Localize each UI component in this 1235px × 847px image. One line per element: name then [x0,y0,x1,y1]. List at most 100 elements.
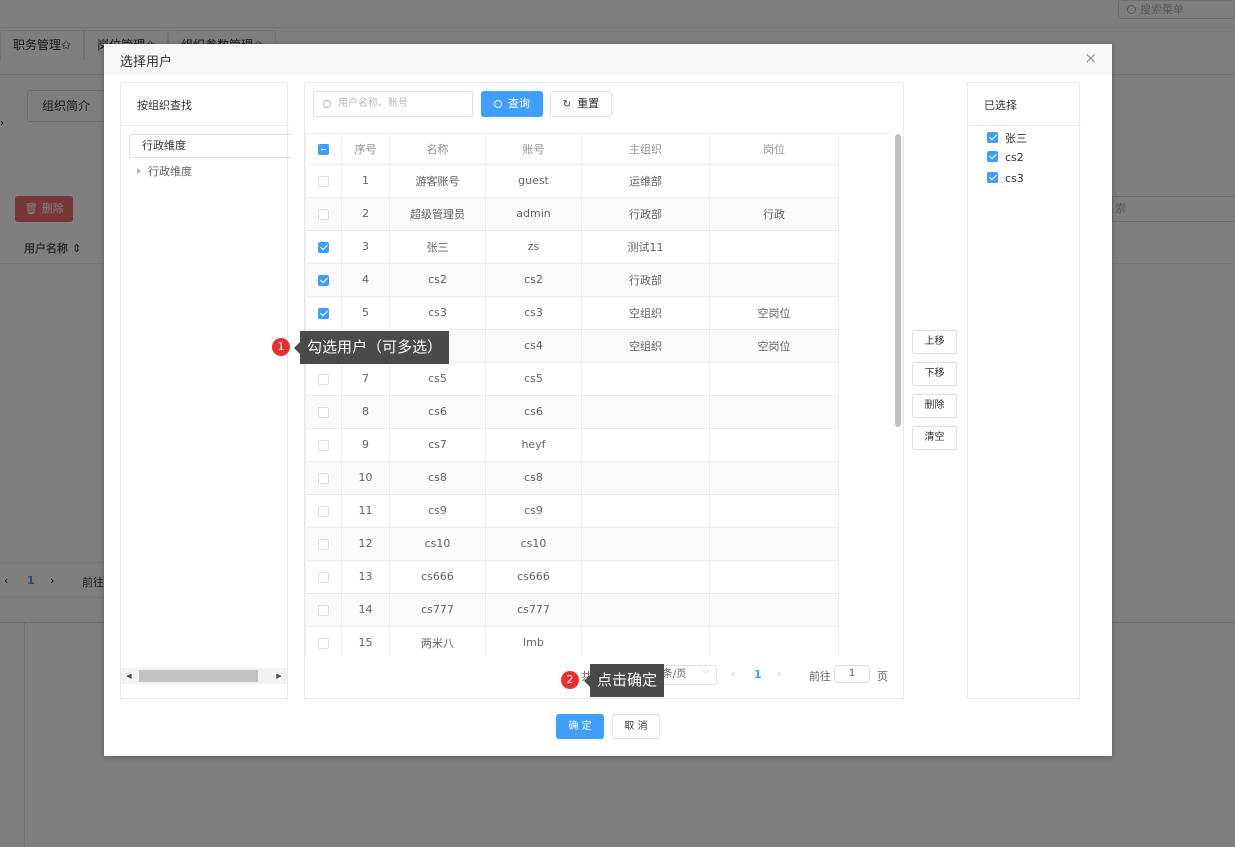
cell-no: 10 [341,461,390,495]
table-header-row: 序号 名称 账号 主组织 岗位 [305,134,839,165]
table-row[interactable]: 10 cs8 cs8 [305,461,839,495]
cell-main-org [581,527,710,561]
table-row[interactable]: 5 cs3 cs3 空组织 空岗位 [305,296,839,330]
cell-account: heyf [485,428,582,462]
cell-post [709,626,839,656]
vertical-scrollbar[interactable] [895,134,901,427]
move-up-button[interactable]: 上移 [912,330,957,354]
cell-account: cs3 [485,296,582,330]
cell-no: 14 [341,593,390,627]
cell-account: guest [485,164,582,198]
remove-selected-button[interactable]: 删除 [912,394,957,418]
goto-page-input[interactable]: 1 [834,665,870,683]
row-checkbox[interactable] [318,406,329,418]
scrollbar-thumb[interactable] [139,670,258,682]
cell-no: 4 [341,263,390,297]
col-header-name: 名称 [389,134,486,165]
query-button[interactable]: 查询 [481,91,543,117]
table-row[interactable]: 1 游客账号 guest 运维部 [305,164,839,198]
table-row[interactable]: 11 cs9 cs9 [305,494,839,528]
cell-main-org: 空组织 [581,329,710,363]
org-dimension-select[interactable]: 行政维度 [129,134,291,158]
table-row[interactable]: 14 cs777 cs777 [305,593,839,627]
cell-main-org [581,494,710,528]
cell-post: 空岗位 [709,329,839,363]
cell-post: 空岗位 [709,296,839,330]
cell-post [709,362,839,396]
move-down-button[interactable]: 下移 [912,362,957,386]
row-checkbox[interactable] [318,505,329,517]
col-header-post: 岗位 [709,134,839,165]
row-checkbox[interactable] [318,208,329,220]
row-checkbox[interactable] [318,604,329,616]
table-row[interactable]: 2 超级管理员 admin 行政部 行政 [305,197,839,231]
selected-item[interactable]: cs3 [987,172,1024,185]
cell-no: 15 [341,626,390,656]
search-icon [323,100,331,108]
close-icon[interactable]: × [1084,50,1097,66]
cell-name: cs777 [389,593,486,627]
cell-name: cs2 [389,263,486,297]
cancel-button[interactable]: 取 消 [612,714,660,739]
row-checkbox[interactable] [318,538,329,550]
row-select-cell [305,164,342,198]
divider [903,82,904,699]
confirm-button[interactable]: 确 定 [556,714,604,739]
next-page-icon[interactable]: › [777,667,781,680]
selected-item[interactable]: 张三 [987,130,1027,146]
prev-page-icon[interactable]: ‹ [731,667,735,680]
table-row[interactable]: 8 cs6 cs6 [305,395,839,429]
cell-no: 12 [341,527,390,561]
table-row[interactable]: 15 两米八 lmb [305,626,839,656]
goto-label: 前往 [809,670,831,683]
step-badge: 2 [561,671,579,689]
current-page[interactable]: 1 [754,668,762,681]
cell-main-org: 运维部 [581,164,710,198]
select-user-dialog: 选择用户 × 按组织查找 行政维度 行政维度 ◀ ▶ 用户名称、账号 查询 ↻ 重… [104,44,1112,756]
table-row[interactable]: 13 cs666 cs666 [305,560,839,594]
refresh-icon: ↻ [562,99,572,110]
user-table: 序号 名称 账号 主组织 岗位 1 游客账号 guest 运维部 2 超级管理员 admin… [305,133,893,656]
table-row[interactable]: 12 cs10 cs10 [305,527,839,561]
cell-main-org [581,395,710,429]
row-checkbox[interactable] [318,241,329,253]
row-checkbox[interactable] [318,637,329,649]
table-row[interactable]: 4 cs2 cs2 行政部 [305,263,839,297]
row-select-cell [305,362,342,396]
row-checkbox[interactable] [318,307,329,319]
user-search-input[interactable]: 用户名称、账号 [313,91,473,117]
reset-button[interactable]: ↻ 重置 [550,91,612,117]
row-select-cell [305,527,342,561]
scroll-left-icon[interactable]: ◀ [121,668,137,684]
row-checkbox[interactable] [318,274,329,286]
horizontal-scrollbar[interactable]: ◀ ▶ [121,668,287,684]
cell-main-org: 行政部 [581,263,710,297]
row-checkbox[interactable] [318,439,329,451]
row-select-cell [305,395,342,429]
row-checkbox[interactable] [318,472,329,484]
selected-item-checkbox[interactable] [987,132,998,143]
cell-post [709,263,839,297]
cell-account: cs2 [485,263,582,297]
table-row[interactable]: 3 张三 zs 测试11 [305,230,839,264]
cell-account: cs4 [485,329,582,363]
selected-item-checkbox[interactable] [987,172,998,183]
cell-name: cs10 [389,527,486,561]
selected-item-checkbox[interactable] [987,151,998,162]
row-checkbox[interactable] [318,373,329,385]
table-row[interactable]: 7 cs5 cs5 [305,362,839,396]
scroll-right-icon[interactable]: ▶ [271,668,287,684]
cell-post [709,428,839,462]
cell-post [709,593,839,627]
selected-item[interactable]: cs2 [987,151,1024,164]
row-select-cell [305,428,342,462]
select-all-checkbox[interactable] [318,143,329,155]
cell-account: cs777 [485,593,582,627]
tree-node-admin-dimension[interactable]: 行政维度 [137,163,192,179]
clear-selected-button[interactable]: 清空 [912,426,957,450]
table-row[interactable]: 9 cs7 heyf [305,428,839,462]
cell-no: 9 [341,428,390,462]
selected-panel: 已选择 张三 cs2 cs3 [967,82,1081,699]
row-checkbox[interactable] [318,571,329,583]
row-checkbox[interactable] [318,175,329,187]
